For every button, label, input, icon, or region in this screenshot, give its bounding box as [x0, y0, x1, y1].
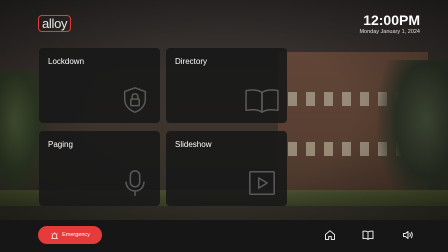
background-vignette: [0, 0, 448, 252]
emergency-button-label: Emergency: [62, 232, 90, 238]
directory-tile-label: Directory: [175, 57, 208, 66]
shield-lock-icon: [120, 85, 150, 115]
lockdown-tile-label: Lockdown: [48, 57, 85, 66]
logo-text: alloy: [38, 14, 72, 32]
slideshow-tile-label: Slideshow: [175, 140, 212, 149]
paging-nav-button[interactable]: [402, 229, 414, 241]
clock-date: Monday January 1, 2024: [359, 29, 420, 35]
speaker-icon: [402, 229, 414, 241]
home-icon: [324, 229, 336, 241]
alarm-icon: [50, 231, 59, 239]
directory-tile[interactable]: Directory: [166, 48, 287, 123]
paging-tile-label: Paging: [48, 140, 73, 149]
clock: 12:00PM Monday January 1, 2024: [359, 12, 420, 36]
directory-nav-button[interactable]: [362, 229, 374, 241]
clock-time: 12:00PM: [363, 12, 420, 28]
emergency-button[interactable]: Emergency: [38, 226, 102, 244]
kiosk-screen: alloy 12:00PM Monday January 1, 2024 Loc…: [0, 0, 448, 252]
lockdown-tile[interactable]: Lockdown: [39, 48, 160, 123]
home-nav-button[interactable]: [324, 229, 336, 241]
slideshow-tile[interactable]: Slideshow: [166, 131, 287, 206]
play-icon: [247, 168, 277, 198]
book-icon: [362, 229, 374, 241]
book-icon: [243, 85, 281, 115]
microphone-icon: [120, 168, 150, 198]
alloy-logo: alloy: [38, 14, 72, 32]
paging-tile[interactable]: Paging: [39, 131, 160, 206]
